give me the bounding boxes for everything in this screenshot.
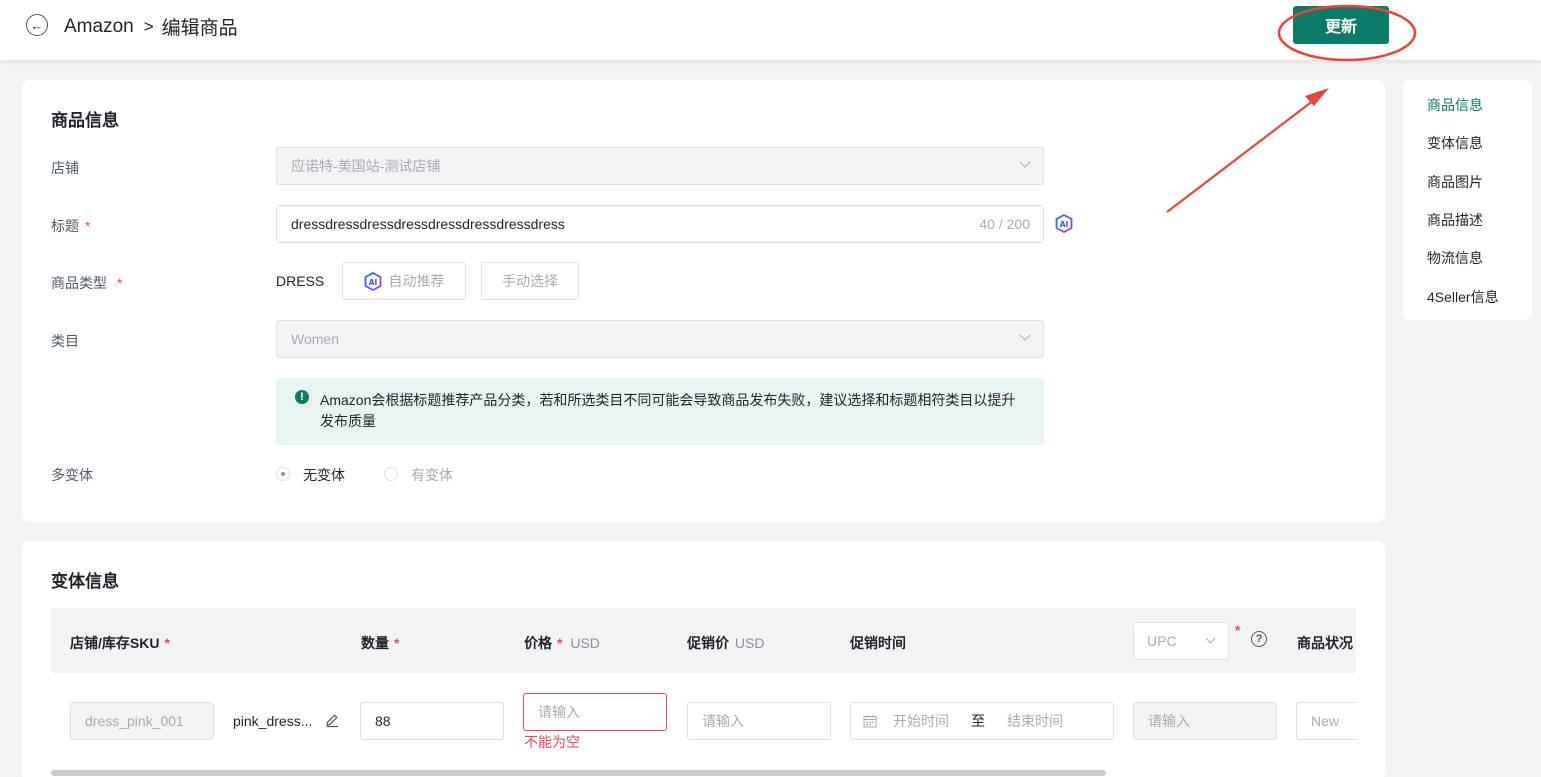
nav-item-description[interactable]: 商品描述 bbox=[1427, 210, 1483, 230]
start-time-placeholder: 开始时间 bbox=[893, 713, 949, 729]
edit-pencil-icon[interactable] bbox=[324, 712, 340, 731]
product-type-value: DRESS bbox=[276, 273, 325, 289]
page-header: ← Amazon > 编辑商品 更新 bbox=[0, 0, 1541, 60]
nav-item-4seller-info[interactable]: 4Seller信息 bbox=[1427, 287, 1499, 307]
inventory-sku-name: pink_dress... bbox=[233, 713, 313, 729]
radio-no-variant[interactable] bbox=[276, 467, 290, 481]
product-info-card: 商品信息 店铺 应诺特-美国站-测试店铺 标题 * dressdressdress… bbox=[22, 80, 1385, 522]
chevron-down-icon bbox=[1019, 329, 1031, 341]
ai-icon: AI bbox=[364, 271, 382, 291]
nav-item-product-info[interactable]: 商品信息 bbox=[1427, 95, 1483, 115]
breadcrumb: Amazon > 编辑商品 bbox=[64, 13, 238, 40]
store-label: 店铺 bbox=[51, 160, 79, 176]
back-arrow-icon[interactable]: ← bbox=[26, 14, 48, 36]
auto-recommend-button[interactable]: AI 自动推荐 bbox=[342, 262, 466, 300]
header-price: 价格 * USD bbox=[524, 635, 600, 651]
chevron-down-icon bbox=[1019, 156, 1031, 168]
radio-no-variant-label[interactable]: 无变体 bbox=[303, 465, 345, 485]
price-error-text: 不能为空 bbox=[524, 734, 580, 750]
calendar-icon bbox=[863, 714, 877, 728]
product-info-title: 商品信息 bbox=[51, 111, 119, 130]
ai-icon[interactable]: AI bbox=[1055, 214, 1073, 233]
info-exclamation-icon: ! bbox=[295, 390, 309, 404]
help-question-icon[interactable]: ? bbox=[1251, 631, 1267, 647]
price-input[interactable]: 请输入 bbox=[523, 693, 667, 731]
title-label: 标题 * bbox=[51, 218, 91, 234]
range-separator: 至 bbox=[971, 713, 985, 729]
title-input[interactable]: dressdressdressdressdressdressdressdress… bbox=[276, 205, 1044, 243]
nav-item-logistics[interactable]: 物流信息 bbox=[1427, 248, 1483, 268]
promo-date-range[interactable]: 开始时间 至 结束时间 bbox=[850, 702, 1114, 740]
upc-required-mark: * bbox=[1235, 622, 1241, 638]
category-placeholder: Women bbox=[291, 331, 339, 347]
variant-label: 多变体 bbox=[51, 467, 93, 483]
header-promo-price: 促销价 USD bbox=[687, 635, 765, 651]
svg-text:AI: AI bbox=[368, 277, 377, 286]
variant-info-card: 变体信息 店铺/库存SKU * 数量 * 价格 * USD 促销价 USD 促销时间 … bbox=[22, 541, 1385, 777]
horizontal-scrollbar[interactable] bbox=[51, 770, 1106, 776]
title-value: dressdressdressdressdressdressdressdress bbox=[291, 216, 565, 232]
nav-item-product-images[interactable]: 商品图片 bbox=[1427, 172, 1483, 192]
radio-has-variant[interactable] bbox=[384, 467, 398, 481]
header-qty: 数量 * bbox=[361, 635, 400, 651]
breadcrumb-app[interactable]: Amazon bbox=[64, 16, 134, 38]
title-counter: 40 / 200 bbox=[979, 216, 1030, 232]
manual-select-button[interactable]: 手动选择 bbox=[481, 262, 579, 300]
info-text: Amazon会根据标题推荐产品分类，若和所选类目不同可能会导致商品发布失败，建议… bbox=[320, 392, 1016, 429]
variant-table-header: 店铺/库存SKU * 数量 * 价格 * USD 促销价 USD 促销时间 UPC *… bbox=[51, 608, 1356, 673]
upc-input[interactable]: 请输入 bbox=[1133, 702, 1277, 740]
variant-info-title: 变体信息 bbox=[51, 572, 119, 591]
category-select[interactable]: Women bbox=[276, 320, 1044, 358]
condition-select[interactable]: New bbox=[1296, 702, 1356, 740]
store-sku-input[interactable]: dress_pink_001 bbox=[70, 702, 214, 740]
header-sku: 店铺/库存SKU * bbox=[70, 635, 170, 651]
info-notice: ! Amazon会根据标题推荐产品分类，若和所选类目不同可能会导致商品发布失败，… bbox=[276, 378, 1044, 445]
header-condition: 商品状况 bbox=[1297, 635, 1353, 651]
page-title: 编辑商品 bbox=[161, 18, 238, 39]
nav-item-variant-info[interactable]: 变体信息 bbox=[1427, 133, 1483, 153]
update-button[interactable]: 更新 bbox=[1293, 6, 1389, 44]
product-type-label: 商品类型 * bbox=[51, 275, 123, 291]
upc-type-select[interactable]: UPC bbox=[1133, 622, 1229, 660]
section-nav: 商品信息 变体信息 商品图片 商品描述 物流信息 4Seller信息 bbox=[1403, 80, 1532, 320]
header-promo-time: 促销时间 bbox=[850, 635, 906, 651]
chevron-down-icon bbox=[1205, 633, 1216, 644]
store-select[interactable]: 应诺特-美国站-测试店铺 bbox=[276, 147, 1044, 185]
svg-text:AI: AI bbox=[1060, 220, 1069, 229]
category-label: 类目 bbox=[51, 333, 79, 349]
breadcrumb-separator: > bbox=[143, 16, 154, 36]
end-time-placeholder: 结束时间 bbox=[1007, 713, 1063, 729]
store-value: 应诺特-美国站-测试店铺 bbox=[291, 158, 441, 174]
promo-price-input[interactable]: 请输入 bbox=[687, 702, 831, 740]
radio-has-variant-label[interactable]: 有变体 bbox=[411, 465, 453, 485]
quantity-input[interactable]: 88 bbox=[360, 702, 504, 740]
